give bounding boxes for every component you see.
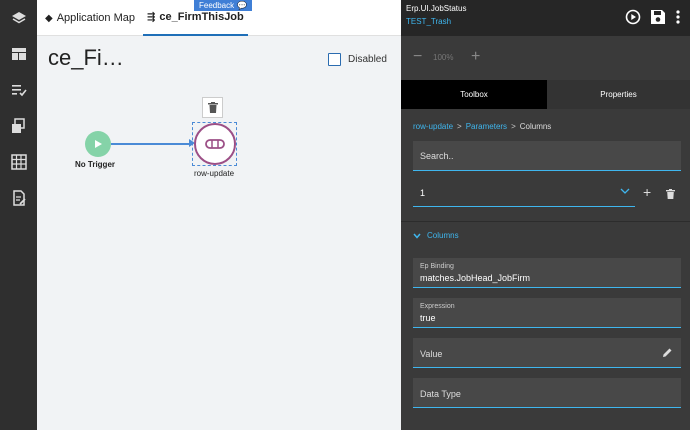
tab-label: Application Map — [56, 12, 135, 24]
field-label: Expression — [420, 303, 455, 310]
disabled-checkbox[interactable] — [328, 53, 341, 66]
field-value: true — [420, 313, 436, 323]
more-vert-icon — [676, 10, 680, 24]
add-row-button[interactable]: + — [643, 184, 651, 200]
layers-icon[interactable] — [0, 0, 37, 36]
breadcrumb-current: Columns — [519, 122, 552, 131]
row-update-node[interactable] — [194, 123, 236, 165]
tab-application-map[interactable]: ◆ Application Map — [45, 0, 135, 36]
tab-toolbox[interactable]: Toolbox — [401, 80, 547, 109]
field-value: matches.JobHead_JobFirm — [420, 273, 531, 283]
expression-field[interactable]: Expression true — [413, 298, 681, 328]
play-circle-icon — [625, 9, 641, 25]
breadcrumb-separator: > — [457, 122, 462, 131]
table-icon[interactable] — [0, 144, 37, 180]
field-label: Data Type — [420, 389, 461, 399]
checklist-icon[interactable] — [0, 72, 37, 108]
breadcrumb-item[interactable]: row-update — [413, 122, 453, 131]
row-update-label: row-update — [194, 169, 235, 178]
chevron-down-icon — [620, 188, 630, 194]
tab-label: ce_FirmThisJob — [159, 11, 244, 23]
workflow-title: ce_Fi… — [48, 45, 124, 70]
field-label: Value — [420, 349, 443, 359]
trigger-label: No Trigger — [75, 160, 116, 169]
delete-row-button[interactable] — [666, 186, 675, 204]
row-select-value: 1 — [420, 188, 426, 198]
zoom-level: 100% — [433, 53, 454, 62]
zoom-bar: − 100% + — [401, 36, 690, 80]
transfer-icon[interactable] — [0, 108, 37, 144]
field-label: Ep Binding — [420, 263, 454, 270]
chat-icon: 💬 — [237, 1, 248, 10]
save-icon — [651, 10, 665, 24]
save-button[interactable] — [649, 8, 667, 26]
icon-rail — [0, 0, 37, 430]
row-select[interactable]: 1 — [413, 179, 635, 207]
breadcrumb-item[interactable]: Parameters — [466, 122, 507, 131]
pencil-icon[interactable] — [662, 347, 673, 358]
disabled-toggle[interactable]: Disabled — [328, 53, 387, 66]
divider — [401, 221, 690, 222]
delete-node-button[interactable] — [202, 97, 223, 118]
run-button[interactable] — [624, 8, 642, 26]
panel-tabs: Toolbox Properties — [401, 80, 690, 109]
columns-section-toggle[interactable]: Columns — [413, 231, 459, 240]
play-icon — [95, 140, 102, 148]
ep-binding-field[interactable]: Ep Binding matches.JobHead_JobFirm — [413, 258, 681, 288]
properties-panel: Erp.UI.JobStatus TEST_Trash − 100% + Too… — [401, 0, 690, 430]
trash-icon — [207, 102, 218, 113]
tab-properties[interactable]: Properties — [547, 80, 690, 109]
trigger-node[interactable] — [85, 131, 111, 157]
feedback-button[interactable]: Feedback 💬 — [194, 0, 253, 11]
value-field[interactable]: Value — [413, 338, 681, 368]
app-name: Erp.UI.JobStatus — [406, 4, 467, 13]
breadcrumb: row-update > Parameters > Columns — [413, 122, 551, 131]
panel-header: Erp.UI.JobStatus TEST_Trash — [401, 0, 690, 36]
zoom-in-button[interactable]: + — [471, 48, 480, 66]
chevron-down-icon — [413, 233, 421, 239]
layers-icon: ◆ — [45, 12, 53, 24]
dashboard-icon[interactable] — [0, 36, 37, 72]
zoom-out-button[interactable]: − — [413, 48, 422, 66]
breadcrumb-separator: > — [511, 122, 516, 131]
workflow-canvas: ◆ Application Map ⇶ ce_FirmThisJob Feedb… — [37, 0, 401, 430]
connector-line — [111, 143, 193, 145]
more-button[interactable] — [671, 8, 685, 26]
section-label: Columns — [427, 231, 459, 240]
search-input[interactable] — [413, 141, 681, 171]
trash-icon — [666, 189, 675, 199]
disabled-label: Disabled — [348, 54, 387, 65]
document-edit-icon[interactable] — [0, 180, 37, 216]
row-update-icon — [205, 139, 225, 149]
app-subtitle[interactable]: TEST_Trash — [406, 17, 451, 26]
feedback-label: Feedback — [199, 1, 235, 10]
workflow-icon: ⇶ — [147, 11, 156, 23]
data-type-field[interactable]: Data Type — [413, 378, 681, 408]
